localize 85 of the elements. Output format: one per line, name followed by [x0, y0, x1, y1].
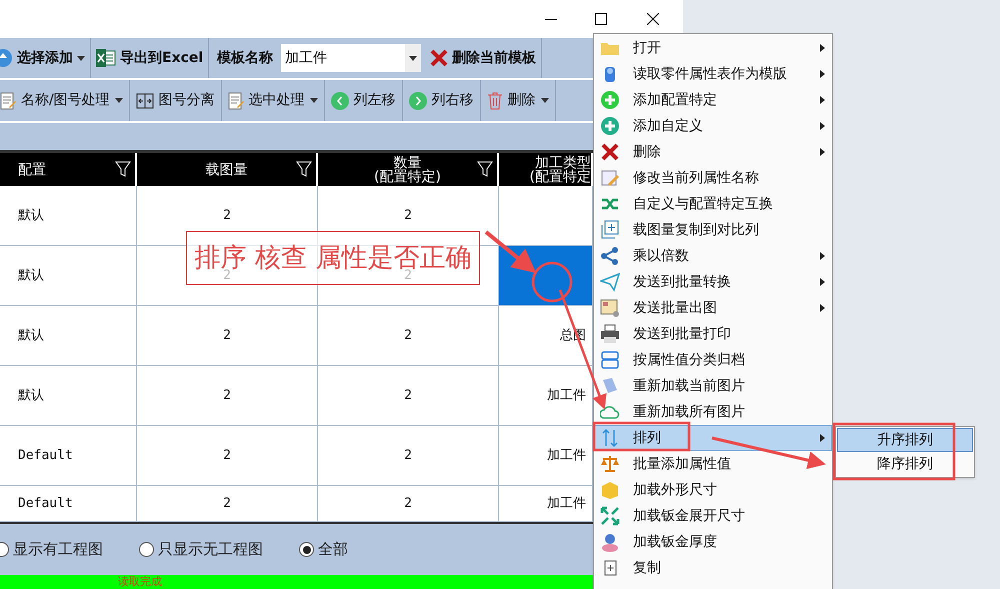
- template-dropdown[interactable]: 加工件: [281, 44, 422, 72]
- menu-item[interactable]: 修改当前列属性名称: [594, 165, 832, 191]
- toolbar-button[interactable]: 选中处理: [222, 80, 325, 121]
- share-icon: [600, 246, 620, 266]
- menu-item[interactable]: 自定义与配置特定互换: [594, 191, 832, 217]
- chevron-right-icon: [408, 92, 427, 110]
- plus-icon: [600, 116, 620, 136]
- document-icon: [228, 92, 244, 110]
- submenu-arrow-icon: [820, 252, 825, 260]
- caret-icon: [540, 98, 549, 103]
- chevron-left-icon: [330, 92, 349, 110]
- sort-icon: [600, 428, 620, 448]
- annotation-arrow: [484, 230, 536, 274]
- user-icon: [600, 532, 620, 552]
- menu-item[interactable]: 加载外形尺寸: [594, 477, 832, 503]
- menu-item[interactable]: 重新加载当前图片: [594, 373, 832, 399]
- plus-icon: [600, 90, 620, 110]
- arrow-up-icon: [0, 49, 13, 67]
- toolbar-button[interactable]: 删除: [480, 80, 556, 121]
- submenu-arrow-icon: [820, 434, 825, 442]
- menu-item[interactable]: 加载钣金展开尺寸: [594, 503, 832, 529]
- copy-icon: [600, 220, 620, 240]
- expand-icon: [600, 506, 620, 526]
- close-icon: [430, 49, 448, 67]
- radio-button[interactable]: [299, 542, 314, 557]
- split-icon: [136, 92, 154, 108]
- filter-icon[interactable]: [477, 161, 493, 177]
- close-icon[interactable]: [647, 13, 659, 25]
- radio-label: 全部: [318, 539, 348, 560]
- edit-icon: [600, 168, 620, 188]
- toolbar-button[interactable]: 图号分离: [130, 80, 222, 121]
- toolbar-button[interactable]: 列左移: [324, 80, 403, 121]
- menu-item[interactable]: 批量添加属性值: [594, 451, 832, 477]
- menu-item[interactable]: 添加配置特定: [594, 87, 832, 113]
- menu-item[interactable]: 加载钣金厚度: [594, 529, 832, 555]
- filter-icon[interactable]: [115, 161, 131, 177]
- toolbar-button[interactable]: 列右移: [402, 80, 481, 121]
- submenu-arrow-icon: [820, 278, 825, 286]
- menu-item[interactable]: 打开: [594, 35, 832, 61]
- toolbar-button[interactable]: 删除当前模板: [425, 38, 542, 78]
- status-text: 读取完成: [118, 576, 162, 588]
- box-icon: [600, 480, 620, 500]
- radio-button[interactable]: [139, 542, 154, 557]
- menu-item[interactable]: 发送批量出图: [594, 295, 832, 321]
- menu-item[interactable]: 降序排列: [837, 452, 973, 476]
- menu-item[interactable]: 乘以倍数: [594, 243, 832, 269]
- send-icon: [600, 272, 620, 292]
- scale-icon: [600, 454, 620, 474]
- menu-item[interactable]: 按属性值分类归档: [594, 347, 832, 373]
- submenu-arrow-icon: [820, 96, 825, 104]
- toolbar-button[interactable]: 导出到Excel: [91, 38, 210, 78]
- menu-item[interactable]: 删除: [594, 139, 832, 165]
- document-icon: [0, 92, 16, 110]
- menu-item[interactable]: 载图量复制到对比列: [594, 217, 832, 243]
- radio-label: 显示有工程图: [13, 539, 103, 560]
- maximize-icon[interactable]: [595, 13, 607, 25]
- submenu-arrow-icon: [820, 44, 825, 52]
- template-name-label: 模板名称: [216, 48, 274, 68]
- menu-item[interactable]: 重新加载所有图片: [594, 399, 832, 425]
- radio-label: 只显示无工程图: [158, 539, 263, 560]
- toolbar-button[interactable]: 名称/图号处理: [0, 80, 130, 121]
- gallery-icon: [600, 298, 620, 318]
- caret-icon: [409, 56, 418, 60]
- submenu-arrow-icon: [820, 148, 825, 156]
- menu-item[interactable]: 复制: [594, 555, 832, 581]
- menu-item[interactable]: 读取零件属性表作为模版: [594, 61, 832, 87]
- menu-item[interactable]: 升序排列: [837, 428, 973, 452]
- caret-icon: [77, 56, 85, 60]
- submenu-arrow-icon: [820, 304, 825, 312]
- close-icon: [600, 142, 620, 162]
- submenu-arrow-icon: [820, 122, 825, 130]
- printer-icon: [600, 324, 620, 344]
- menu-item[interactable]: 添加自定义: [594, 113, 832, 139]
- menu-item[interactable]: 发送到批量打印: [594, 321, 832, 347]
- caret-icon: [114, 98, 123, 103]
- trash-icon: [486, 92, 503, 110]
- archive-icon: [600, 350, 620, 370]
- filter-icon[interactable]: [296, 161, 312, 177]
- caret-icon: [310, 98, 318, 103]
- submenu-arrow-icon: [820, 70, 825, 78]
- toolbar-button[interactable]: 选择添加: [0, 38, 91, 78]
- menu-item[interactable]: 发送到批量转换: [594, 269, 832, 295]
- menu-item[interactable]: 排列: [594, 425, 832, 451]
- spreadsheet-icon: [96, 49, 116, 67]
- highlight-circle: [532, 262, 572, 302]
